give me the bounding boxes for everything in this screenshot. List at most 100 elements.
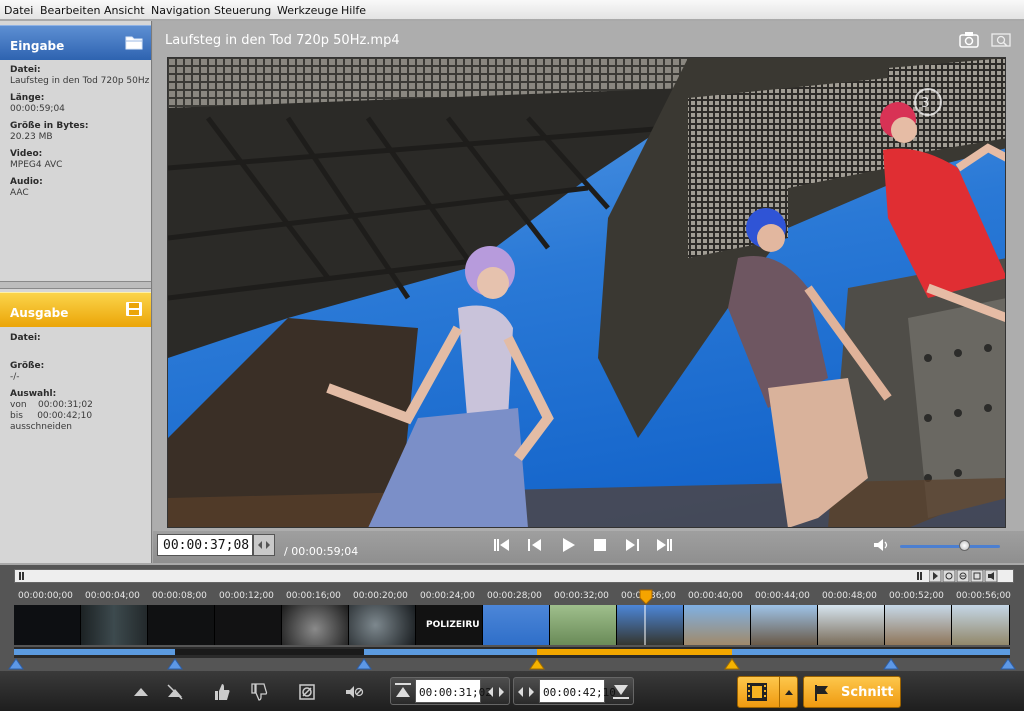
stepper-arrows-icon: [258, 541, 270, 549]
app-window: Datei Bearbeiten Ansicht Navigation Steu…: [0, 0, 1024, 711]
info-panel: Eingabe Datei: Laufsteg in den Tod 720p …: [0, 21, 152, 563]
play-icon[interactable]: [558, 536, 578, 554]
ruler-tick-label: 00:00:12;00: [219, 591, 274, 601]
ruler-tick-label: 00:00:44;00: [755, 591, 810, 601]
eingabe-header: Eingabe: [0, 25, 151, 60]
end-time-field[interactable]: 00:00:42;10: [539, 679, 616, 703]
laenge-value: 00:00:59;04: [10, 104, 65, 114]
flag-icon: [815, 685, 828, 701]
ausgabe-title: Ausgabe: [10, 306, 69, 320]
menu-navigation[interactable]: Navigation: [151, 4, 210, 17]
start-time-stepper-icon[interactable]: [486, 682, 506, 702]
menu-datei[interactable]: Datei: [4, 4, 33, 17]
remove-marker-icon[interactable]: [165, 682, 185, 702]
ruler-tick-label: 00:00:48;00: [822, 591, 877, 601]
video-area: Laufsteg in den Tod 720p 50Hz.mp4 3 00:0…: [153, 21, 1024, 563]
menu-hilfe[interactable]: Hilfe: [341, 4, 366, 17]
folder-icon[interactable]: [125, 34, 143, 50]
panel-divider[interactable]: [0, 281, 151, 289]
thumbnail[interactable]: [885, 605, 952, 645]
thumbnail-title-text: POLIZEIRU: [426, 620, 480, 630]
ruler-tick-label: 00:00:16;00: [286, 591, 341, 601]
groesse-label: Größe in Bytes:: [10, 121, 89, 131]
video-frame[interactable]: 3: [167, 57, 1006, 528]
ruler-tick-label: 00:00:24;00: [420, 591, 475, 601]
end-time-stepper-icon[interactable]: [516, 682, 536, 702]
ausgabe-details: Datei: Größe: -/- Auswahl: von 00:00:31;…: [10, 333, 93, 433]
current-time-field[interactable]: 00:00:37;08: [157, 534, 253, 556]
thumbnail-strip[interactable]: POLIZEIRU: [14, 605, 1010, 645]
thumbnail[interactable]: [818, 605, 885, 645]
scroll-left-icon[interactable]: [17, 571, 27, 581]
marker-up-icon[interactable]: [131, 682, 151, 702]
step-forward-icon[interactable]: [622, 536, 642, 554]
scroll-right-icon[interactable]: [915, 571, 925, 581]
ruler-tick-label: 00:00:08;00: [152, 591, 207, 601]
thumbnail[interactable]: [81, 605, 148, 645]
bottom-toolbar: 00:00:31;02 00:00:42;10 Schnitt: [0, 671, 1024, 711]
ruler-tick-label: 00:00:28;00: [487, 591, 542, 601]
auswahl-aktion: ausschneiden: [10, 422, 72, 432]
thumbnail[interactable]: [148, 605, 215, 645]
mute-icon[interactable]: [344, 682, 364, 702]
volume-slider[interactable]: [900, 545, 1000, 548]
thumbnail[interactable]: [550, 605, 617, 645]
thumbnail[interactable]: [14, 605, 81, 645]
camera-icon[interactable]: [959, 31, 979, 48]
menu-steuerung[interactable]: Steuerung: [214, 4, 271, 17]
time-stepper[interactable]: [253, 534, 275, 556]
thumbnail[interactable]: [483, 605, 550, 645]
playhead-marker[interactable]: [637, 605, 653, 645]
auswahl-von: von 00:00:31;02: [10, 400, 93, 410]
thumbnail-title-card[interactable]: POLIZEIRU: [416, 605, 483, 645]
eingabe-details: Datei: Laufsteg in den Tod 720p 50Hz Län…: [10, 65, 149, 199]
volume-icon[interactable]: [871, 536, 891, 554]
ruler-tick-label: 00:00:52;00: [889, 591, 944, 601]
cut-button[interactable]: Schnitt: [803, 676, 901, 708]
thumbnail[interactable]: [349, 605, 416, 645]
stop-icon[interactable]: [590, 536, 610, 554]
thumb-up-icon[interactable]: [212, 682, 232, 702]
rotate-icon[interactable]: [297, 682, 317, 702]
set-end-icon[interactable]: [611, 681, 631, 701]
jump-end-icon[interactable]: [655, 536, 675, 554]
svg-text:3: 3: [921, 96, 929, 111]
total-duration: / 00:00:59;04: [284, 545, 359, 558]
cut-markers[interactable]: [0, 657, 1024, 671]
ruler-tick-label: 00:00:40;00: [688, 591, 743, 601]
thumb-down-icon[interactable]: [249, 682, 269, 702]
thumbnail[interactable]: [282, 605, 349, 645]
playhead-handle[interactable]: [638, 589, 654, 605]
save-icon[interactable]: [125, 301, 143, 317]
playback-bar: 00:00:37;08 / 00:00:59;04: [153, 531, 1024, 563]
step-back-icon[interactable]: [525, 536, 545, 554]
ausgabe-header: Ausgabe: [0, 292, 151, 327]
thumbnail[interactable]: [684, 605, 751, 645]
groesse-value: 20.23 MB: [10, 132, 53, 142]
datei-value: Laufsteg in den Tod 720p 50Hz: [10, 76, 150, 86]
video-label: Video:: [10, 149, 43, 159]
zoom-icon[interactable]: [991, 31, 1011, 48]
volume-slider-knob[interactable]: [958, 540, 970, 551]
start-time-field[interactable]: 00:00:31;02: [415, 679, 492, 703]
ruler-tick-label: 00:00:20;00: [353, 591, 408, 601]
ruler-tick-label: 00:00:32;00: [554, 591, 609, 601]
timeline-tools-icon[interactable]: [929, 570, 1013, 582]
set-start-icon[interactable]: [393, 681, 413, 701]
menu-werkzeuge[interactable]: Werkzeuge: [277, 4, 338, 17]
chevron-up-icon[interactable]: [783, 688, 795, 696]
audio-value: AAC: [10, 188, 29, 198]
ausgabe-datei-label: Datei:: [10, 333, 41, 343]
thumbnail[interactable]: [952, 605, 1010, 645]
eingabe-title: Eingabe: [10, 39, 65, 53]
jump-start-icon[interactable]: [491, 536, 511, 554]
timeline-panel: 00:00:00;00 00:00:04;00 00:00:08;00 00:0…: [0, 565, 1024, 711]
time-ruler: 00:00:00;00 00:00:04;00 00:00:08;00 00:0…: [14, 587, 1011, 601]
thumbnail[interactable]: [751, 605, 818, 645]
menu-bearbeiten[interactable]: Bearbeiten: [40, 4, 100, 17]
timeline-scrollbar[interactable]: [14, 569, 1014, 583]
output-format-button[interactable]: [737, 676, 798, 708]
menu-ansicht[interactable]: Ansicht: [104, 4, 145, 17]
split-divider: [779, 677, 780, 707]
thumbnail[interactable]: [215, 605, 282, 645]
